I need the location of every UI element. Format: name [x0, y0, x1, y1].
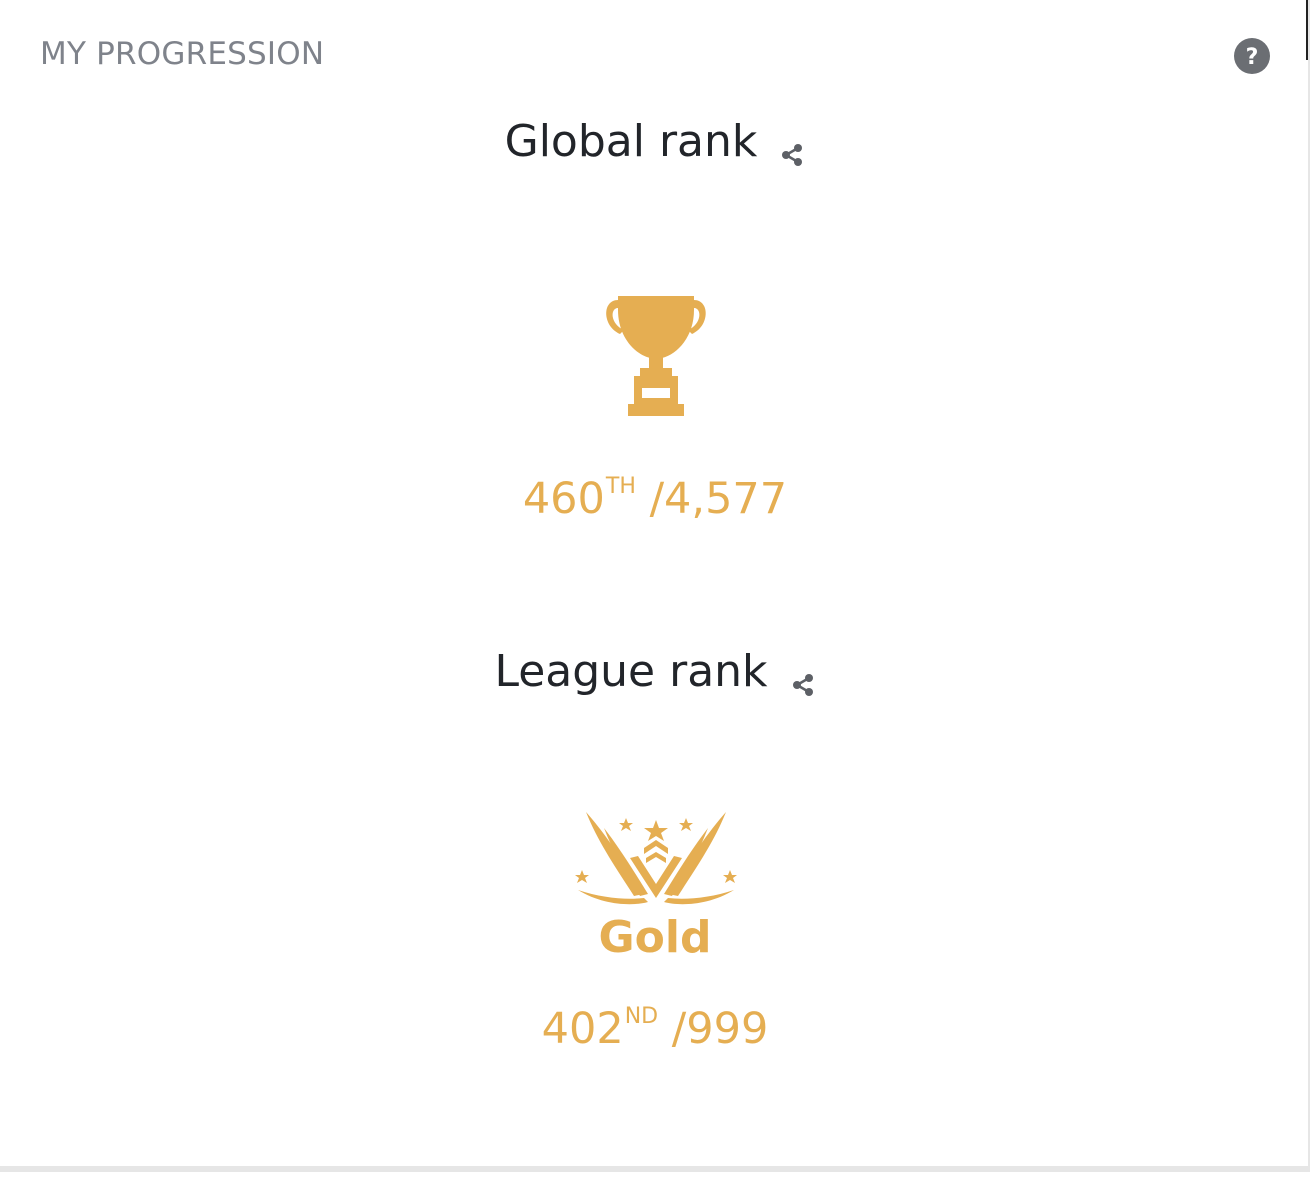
league-rank-value: 402ND /999 [0, 1004, 1310, 1054]
trophy-icon [600, 292, 712, 420]
panel-title: MY PROGRESSION [40, 36, 325, 72]
league-rank-heading: League rank [0, 646, 1310, 697]
league-name: Gold [598, 912, 712, 963]
league-rank-share-icon[interactable] [790, 658, 816, 696]
global-rank-value: 460TH /4,577 [0, 474, 1310, 524]
league-rank-total: /999 [671, 1004, 769, 1054]
global-rank-position: 460 [522, 474, 605, 524]
scrollbar-edge [1306, 0, 1308, 60]
league-rank-title: League rank [494, 646, 768, 697]
my-progression-panel: MY PROGRESSION ? Global rank 460TH /4,57… [0, 0, 1310, 1172]
global-rank-title: Global rank [504, 116, 758, 167]
global-rank-heading: Global rank [0, 116, 1310, 167]
global-rank-share-icon[interactable] [779, 128, 805, 166]
svg-text:?: ? [1246, 45, 1259, 70]
global-rank-suffix: TH [605, 474, 636, 499]
league-rank-suffix: ND [624, 1004, 659, 1029]
league-rank-position: 402 [541, 1004, 624, 1054]
global-rank-total: /4,577 [649, 474, 788, 524]
gold-league-badge-icon [574, 802, 738, 912]
help-icon[interactable]: ? [1234, 38, 1270, 74]
